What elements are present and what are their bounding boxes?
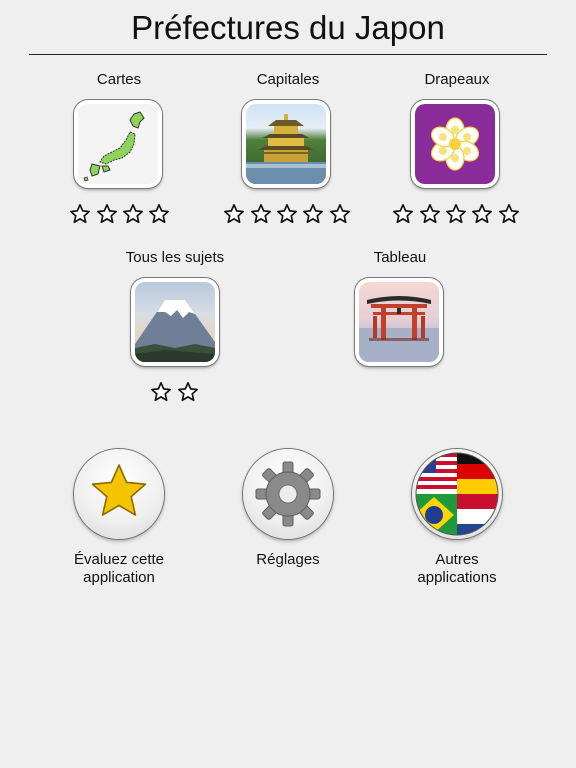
mode-table[interactable]: Tableau bbox=[330, 249, 470, 267]
rate-app-button[interactable] bbox=[74, 449, 164, 539]
other-apps-button[interactable] bbox=[412, 449, 502, 539]
mode-flags[interactable]: Drapeaux bbox=[387, 71, 527, 89]
japan-map-icon bbox=[78, 104, 158, 184]
mode-maps-label: Cartes bbox=[96, 71, 142, 88]
star-empty-icon bbox=[224, 204, 245, 224]
mode-capitals[interactable]: Capitales bbox=[218, 71, 358, 89]
mode-capitals-label: Capitales bbox=[256, 71, 320, 88]
gear-icon bbox=[255, 461, 321, 527]
settings-button[interactable] bbox=[243, 449, 333, 539]
star-empty-icon bbox=[151, 382, 172, 402]
star-empty-icon bbox=[250, 204, 271, 224]
mode-capitals-stars bbox=[221, 203, 353, 225]
mode-flags-button[interactable] bbox=[411, 100, 499, 188]
star-empty-icon bbox=[498, 204, 519, 224]
star-empty-icon bbox=[70, 204, 91, 224]
title-divider bbox=[29, 54, 547, 55]
golden-pavilion-photo bbox=[246, 104, 326, 184]
kyoto-flag-icon bbox=[415, 104, 495, 184]
mode-maps-stars bbox=[67, 203, 173, 225]
star-empty-icon bbox=[472, 204, 493, 224]
mode-all-topics-label: Tous les sujets bbox=[125, 249, 225, 266]
mode-all-topics[interactable]: Tous les sujets bbox=[105, 249, 245, 267]
star-empty-icon bbox=[445, 204, 466, 224]
mode-table-label: Tableau bbox=[373, 249, 427, 266]
star-icon bbox=[91, 464, 147, 516]
mode-flags-label: Drapeaux bbox=[424, 71, 490, 88]
star-empty-icon bbox=[276, 204, 297, 224]
mode-maps[interactable]: Cartes bbox=[49, 71, 189, 89]
star-empty-icon bbox=[329, 204, 350, 224]
settings-label: Réglages bbox=[256, 551, 320, 568]
star-empty-icon bbox=[303, 204, 324, 224]
flags-globe-icon bbox=[415, 452, 499, 536]
mode-all-topics-stars bbox=[148, 381, 201, 403]
mode-capitals-button[interactable] bbox=[242, 100, 330, 188]
page-title: Préfectures du Japon bbox=[131, 9, 445, 46]
rate-app-label: Évaluez cette application bbox=[73, 551, 165, 586]
star-empty-icon bbox=[393, 204, 414, 224]
mode-table-button[interactable] bbox=[355, 278, 443, 366]
star-empty-icon bbox=[96, 204, 117, 224]
mount-fuji-photo bbox=[135, 282, 215, 362]
star-empty-icon bbox=[122, 204, 143, 224]
mode-flags-stars bbox=[390, 203, 522, 225]
other-apps-label: Autres applications bbox=[417, 551, 497, 586]
torii-gate-photo bbox=[359, 282, 439, 362]
star-empty-icon bbox=[177, 382, 198, 402]
mode-maps-button[interactable] bbox=[74, 100, 162, 188]
star-empty-icon bbox=[419, 204, 440, 224]
mode-all-topics-button[interactable] bbox=[131, 278, 219, 366]
star-empty-icon bbox=[149, 204, 170, 224]
